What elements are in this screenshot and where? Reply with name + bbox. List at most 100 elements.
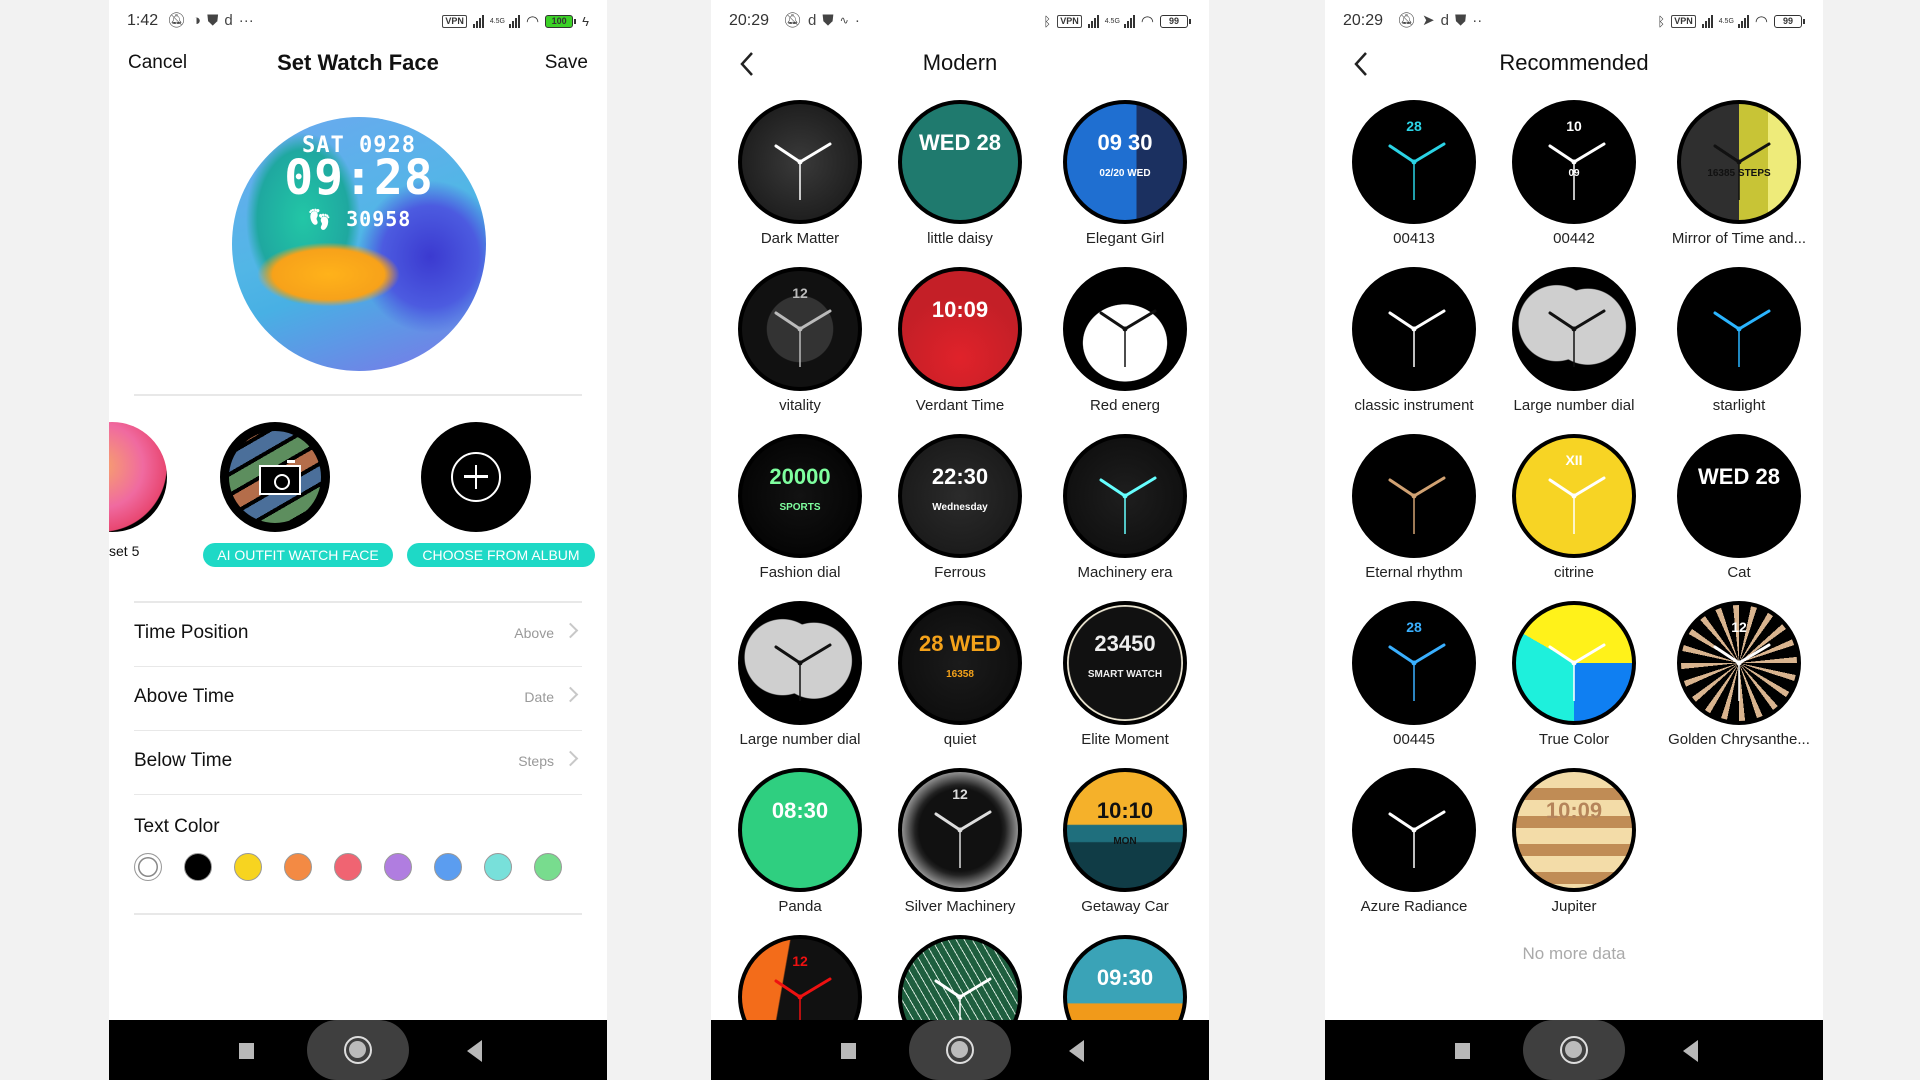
watch-face-thumbnail[interactable] xyxy=(1512,601,1636,725)
watch-face-name: 00442 xyxy=(1553,230,1595,247)
chevron-right-icon xyxy=(562,750,579,767)
watch-face-thumbnail[interactable] xyxy=(1063,434,1187,558)
color-swatch[interactable] xyxy=(534,853,562,881)
header: Modern xyxy=(711,48,1209,82)
watch-face-name: 00413 xyxy=(1393,230,1435,247)
watch-face-thumbnail[interactable]: 10:10 MON xyxy=(1063,768,1187,892)
vpn-icon: VPN xyxy=(1057,14,1082,28)
color-swatch[interactable] xyxy=(184,853,212,881)
more-icon: ··· xyxy=(238,11,254,29)
ai-outfit-watch-face-button[interactable]: AI OUTFIT WATCH FACE xyxy=(203,543,393,567)
app-icon: ◑ xyxy=(192,11,202,29)
clock-hands-icon xyxy=(774,142,832,200)
color-swatch[interactable] xyxy=(434,853,462,881)
status-time: 20:29 xyxy=(729,12,770,29)
home-icon xyxy=(946,1036,974,1064)
watch-face-thumbnail[interactable]: 10:09 xyxy=(898,267,1022,391)
recents-button[interactable] xyxy=(239,1043,254,1059)
system-icons: ᛒ VPN 4.5G ◠ 99 xyxy=(1657,12,1805,30)
system-icons: ᛒ VPN 4.5G ◠ 99 xyxy=(1043,12,1191,30)
android-nav-bar xyxy=(711,1020,1209,1080)
watch-face-thumbnail[interactable] xyxy=(1352,768,1476,892)
home-button[interactable] xyxy=(307,1020,409,1080)
signal-icon-2 xyxy=(509,14,521,28)
color-swatch[interactable] xyxy=(134,853,162,881)
watch-face-thumbnail[interactable] xyxy=(1677,267,1801,391)
status-bar: 20:29 🔕︎ d ⛊ ∿ · ᛒ VPN 4.5G ◠ 99 xyxy=(711,8,1209,36)
tiktok-icon: d xyxy=(1440,11,1449,29)
color-swatch[interactable] xyxy=(484,853,512,881)
watch-face-name: Panda xyxy=(778,898,822,915)
watch-face-text: 28 xyxy=(1406,118,1422,134)
watch-face-thumbnail[interactable]: 28 xyxy=(1352,100,1476,224)
album-thumbnail[interactable] xyxy=(421,422,531,532)
status-time: 1:42 xyxy=(127,12,159,29)
watch-face-thumbnail[interactable]: WED 28 xyxy=(898,100,1022,224)
watch-face-thumbnail[interactable]: 09 30 02/20 WED xyxy=(1063,100,1187,224)
watch-face-thumbnail[interactable]: 10:09 xyxy=(1512,768,1636,892)
watch-face-name: citrine xyxy=(1553,564,1594,581)
watch-face-thumbnail[interactable] xyxy=(738,601,862,725)
color-swatch[interactable] xyxy=(234,853,262,881)
watch-face-thumbnail[interactable]: 12 xyxy=(898,768,1022,892)
below-time-row[interactable]: Below Time Steps xyxy=(134,730,582,794)
watch-face-name: True Color xyxy=(1538,731,1610,748)
watch-face-thumbnail[interactable]: 10 09 xyxy=(1512,100,1636,224)
set-watch-face-screen: 1:42 🔕︎ ◑ ⛊ d ··· VPN 4.5G ◠ 100 ϟ Cance… xyxy=(109,0,607,1080)
choose-from-album-button[interactable]: CHOOSE FROM ALBUM xyxy=(407,543,595,567)
recents-button[interactable] xyxy=(1455,1043,1470,1059)
back-nav-button[interactable] xyxy=(1683,1040,1698,1062)
home-button[interactable] xyxy=(1523,1020,1625,1080)
home-button[interactable] xyxy=(909,1020,1011,1080)
watch-face-thumbnail[interactable]: 16385 STEPS xyxy=(1677,100,1801,224)
watch-face-thumbnail[interactable]: 20000 SPORTS xyxy=(738,434,862,558)
wifi-icon: ◠ xyxy=(1140,13,1154,30)
network-type: 4.5G xyxy=(1104,17,1120,25)
watch-face-name: Getaway Car xyxy=(1081,898,1169,915)
clock-hands-icon xyxy=(1099,476,1157,534)
above-time-label: Above Time xyxy=(134,686,235,707)
watch-face-thumbnail[interactable]: 28 WED 16358 xyxy=(898,601,1022,725)
watch-face-thumbnail[interactable] xyxy=(1352,434,1476,558)
page-title: Recommended xyxy=(1499,50,1649,75)
watch-face-text: 12 xyxy=(952,786,968,802)
watch-face-thumbnail[interactable] xyxy=(1063,267,1187,391)
watch-face-preview: SAT 0928 09:28 👣︎ 30958 xyxy=(232,117,486,371)
watch-face-name: Elite Moment xyxy=(1081,731,1169,748)
watch-face-thumbnail[interactable]: XII xyxy=(1512,434,1636,558)
watch-face-thumbnail[interactable]: 22:30 Wednesday xyxy=(898,434,1022,558)
watch-face-text: 09 30 xyxy=(1097,130,1153,155)
watch-face-name: starlight xyxy=(1712,397,1766,414)
watch-face-name: Cat xyxy=(1727,564,1751,581)
watch-face-subtext: MON xyxy=(1113,836,1137,847)
preset-5-thumbnail[interactable] xyxy=(109,422,167,532)
color-swatch[interactable] xyxy=(384,853,412,881)
color-swatch[interactable] xyxy=(284,853,312,881)
watch-face-thumbnail[interactable]: 12 xyxy=(738,267,862,391)
watch-face-thumbnail[interactable]: 23450 SMART WATCH xyxy=(1063,601,1187,725)
watch-face-thumbnail[interactable] xyxy=(1352,267,1476,391)
color-swatch[interactable] xyxy=(334,853,362,881)
above-time-row[interactable]: Above Time Date xyxy=(134,666,582,730)
recents-button[interactable] xyxy=(841,1043,856,1059)
wifi-icon: ◠ xyxy=(1754,13,1768,30)
back-nav-button[interactable] xyxy=(467,1040,482,1062)
watch-face-thumbnail[interactable] xyxy=(738,100,862,224)
ai-outfit-thumbnail[interactable] xyxy=(220,422,330,532)
clock-hands-icon xyxy=(1548,309,1606,367)
page-title: Modern xyxy=(922,50,998,75)
watch-face-thumbnail[interactable]: 12 xyxy=(1677,601,1801,725)
watch-face-name: Large number dial xyxy=(739,731,861,748)
watch-face-thumbnail[interactable]: 08:30 xyxy=(738,768,862,892)
watch-face-name: classic instrument xyxy=(1354,397,1474,414)
divider xyxy=(134,794,582,795)
watch-face-thumbnail[interactable]: WED 28 xyxy=(1677,434,1801,558)
watch-face-name: Large number dial xyxy=(1513,397,1635,414)
back-nav-button[interactable] xyxy=(1069,1040,1084,1062)
plus-icon xyxy=(451,452,501,502)
watch-face-thumbnail[interactable]: 28 xyxy=(1352,601,1476,725)
time-position-row[interactable]: Time Position Above xyxy=(134,602,582,666)
save-button[interactable]: Save xyxy=(545,52,588,74)
text-color-label: Text Color xyxy=(134,816,220,837)
watch-face-thumbnail[interactable] xyxy=(1512,267,1636,391)
